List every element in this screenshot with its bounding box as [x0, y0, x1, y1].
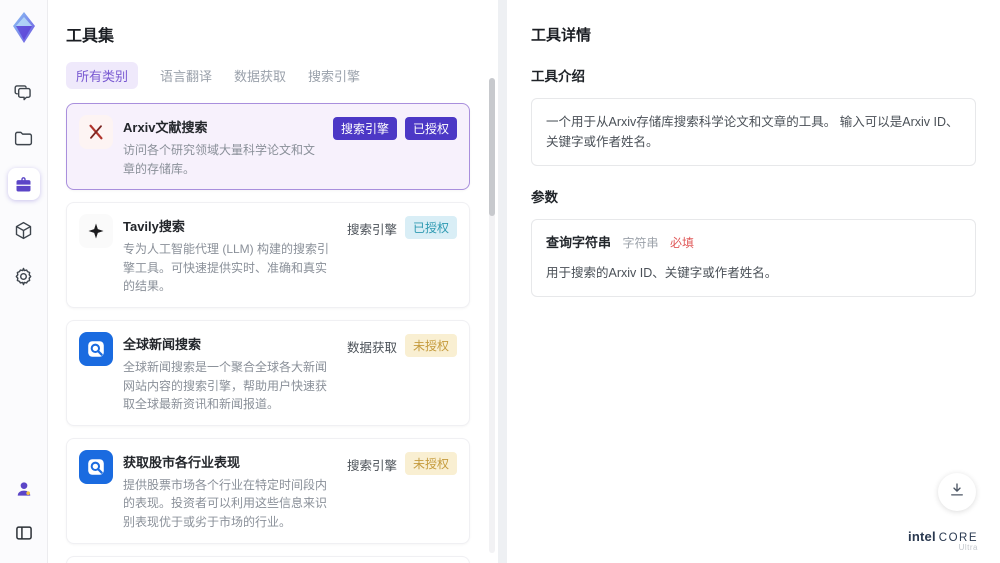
- parameter-name: 查询字符串: [546, 235, 612, 250]
- sidebar-item-files[interactable]: [8, 122, 40, 154]
- tool-description: 全球新闻搜索是一个聚合全球各大新闻网站内容的搜索引擎，帮助用户快速获取全球最新资…: [123, 359, 328, 412]
- chat-icon: [13, 82, 34, 103]
- intel-core-logo: intel CORE Ultra: [908, 528, 978, 553]
- panel-toggle-icon: [14, 523, 34, 543]
- tool-name: 全球新闻搜索: [123, 336, 202, 352]
- category-label: 搜索引擎: [346, 458, 397, 473]
- four-pointed-star-icon: [79, 214, 113, 249]
- tool-card-tavily[interactable]: Tavily搜索 专为人工智能代理 (LLM) 构建的搜索引擎工具。可快速提供实…: [66, 202, 470, 308]
- category-label: 数据获取: [346, 340, 397, 355]
- tool-name: Tavily搜索: [123, 219, 185, 235]
- scrollbar-thumb[interactable]: [489, 78, 495, 216]
- folder-icon: [13, 128, 34, 149]
- tool-card-global-news[interactable]: 全球新闻搜索 全球新闻搜索是一个聚合全球各大新闻网站内容的搜索引擎，帮助用户快速…: [66, 319, 470, 426]
- sidebar-item-settings[interactable]: [8, 260, 40, 292]
- sidebar-bottom: [8, 473, 40, 549]
- gear-icon: [13, 266, 34, 287]
- intro-text: 一个用于从Arxiv存储库搜索科学论文和文章的工具。 输入可以是Arxiv ID…: [546, 115, 959, 149]
- tab-search-engine[interactable]: 搜索引擎: [308, 62, 360, 89]
- cube-icon: [13, 220, 34, 241]
- briefcase-icon: [13, 174, 34, 195]
- tab-language-translation[interactable]: 语言翻译: [160, 62, 212, 89]
- tool-name: 获取股市各行业表现: [123, 454, 241, 470]
- stock-search-icon: [79, 449, 113, 484]
- tool-description: 提供股票市场各个行业在特定时间段内的表现。投资者可以利用这些信息来识别表现优于或…: [123, 477, 328, 529]
- arxiv-x-logo-icon: [79, 115, 113, 149]
- sidebar-item-account[interactable]: [8, 473, 40, 505]
- tab-all-categories[interactable]: 所有类别: [66, 62, 139, 89]
- parameter-type: 字符串: [622, 236, 659, 250]
- panel-divider: [498, 0, 507, 563]
- parameter-box: 查询字符串 字符串 必填 用于搜索的Arxiv ID、关键字或作者姓名。: [531, 219, 976, 297]
- intro-box: 一个用于从Arxiv存储库搜索科学论文和文章的工具。 输入可以是Arxiv ID…: [531, 98, 976, 166]
- parameter-required-flag: 必填: [670, 236, 695, 250]
- tool-card-sector-performance[interactable]: 获取股市各行业表现 提供股票市场各个行业在特定时间段内的表现。投资者可以利用这些…: [66, 437, 470, 544]
- download-icon: [948, 481, 966, 504]
- page-title: 工具集: [66, 28, 115, 45]
- tool-list: Arxiv文献搜索 访问各个研究领域大量科学论文和文章的存储库。 搜索引擎 已授…: [66, 103, 480, 563]
- parameter-description: 用于搜索的Arxiv ID、关键字或作者姓名。: [546, 265, 778, 280]
- tool-name: Arxiv文献搜索: [123, 120, 208, 135]
- sidebar-item-models[interactable]: [8, 214, 40, 246]
- news-search-icon: [79, 331, 113, 366]
- tool-card-active-stocks[interactable]: 获取市场最活跃股票信息 提供当天交易量最高的股票列表。投资者可以利用这些信息来识…: [66, 555, 470, 563]
- auth-status-badge: 已授权: [404, 216, 457, 240]
- sidebar-item-chat[interactable]: [8, 76, 40, 108]
- auth-status-badge: 未授权: [404, 333, 457, 357]
- tool-description: 访问各个研究领域大量科学论文和文章的存储库。: [123, 143, 316, 176]
- intel-brand-text: intel: [908, 528, 936, 544]
- tool-description: 专为人工智能代理 (LLM) 构建的搜索引擎工具。可快速提供实时、准确和真实的结…: [123, 242, 330, 294]
- category-tabs: 所有类别 语言翻译 数据获取 搜索引擎: [66, 62, 480, 89]
- tools-panel: 工具集 所有类别 语言翻译 数据获取 搜索引擎 Arxiv文献搜索 访问各个研究…: [48, 0, 498, 563]
- auth-status-badge: 未授权: [404, 451, 457, 475]
- tool-card-arxiv[interactable]: Arxiv文献搜索 访问各个研究领域大量科学论文和文章的存储库。 搜索引擎 已授…: [66, 103, 470, 191]
- auth-status-badge: 已授权: [404, 117, 457, 140]
- category-badge: 搜索引擎: [332, 117, 397, 140]
- sidebar: [0, 0, 48, 563]
- download-button[interactable]: [938, 473, 976, 511]
- detail-panel: 工具详情 工具介绍 一个用于从Arxiv存储库搜索科学论文和文章的工具。 输入可…: [507, 0, 1000, 563]
- category-label: 搜索引擎: [346, 223, 397, 238]
- tab-data-acquisition[interactable]: 数据获取: [234, 62, 286, 89]
- parameter-header: 查询字符串 字符串 必填: [546, 233, 961, 254]
- scrollbar-track[interactable]: [489, 78, 495, 553]
- intro-heading: 工具介绍: [531, 69, 585, 84]
- ultra-brand-text: Ultra: [958, 543, 978, 553]
- sidebar-item-collapse[interactable]: [8, 517, 40, 549]
- user-avatar-icon: [14, 479, 34, 499]
- params-heading: 参数: [531, 190, 558, 205]
- sidebar-item-tools[interactable]: [7, 168, 40, 200]
- sidebar-nav: [7, 76, 40, 292]
- detail-title: 工具详情: [531, 27, 592, 44]
- app-logo-icon: [8, 10, 40, 46]
